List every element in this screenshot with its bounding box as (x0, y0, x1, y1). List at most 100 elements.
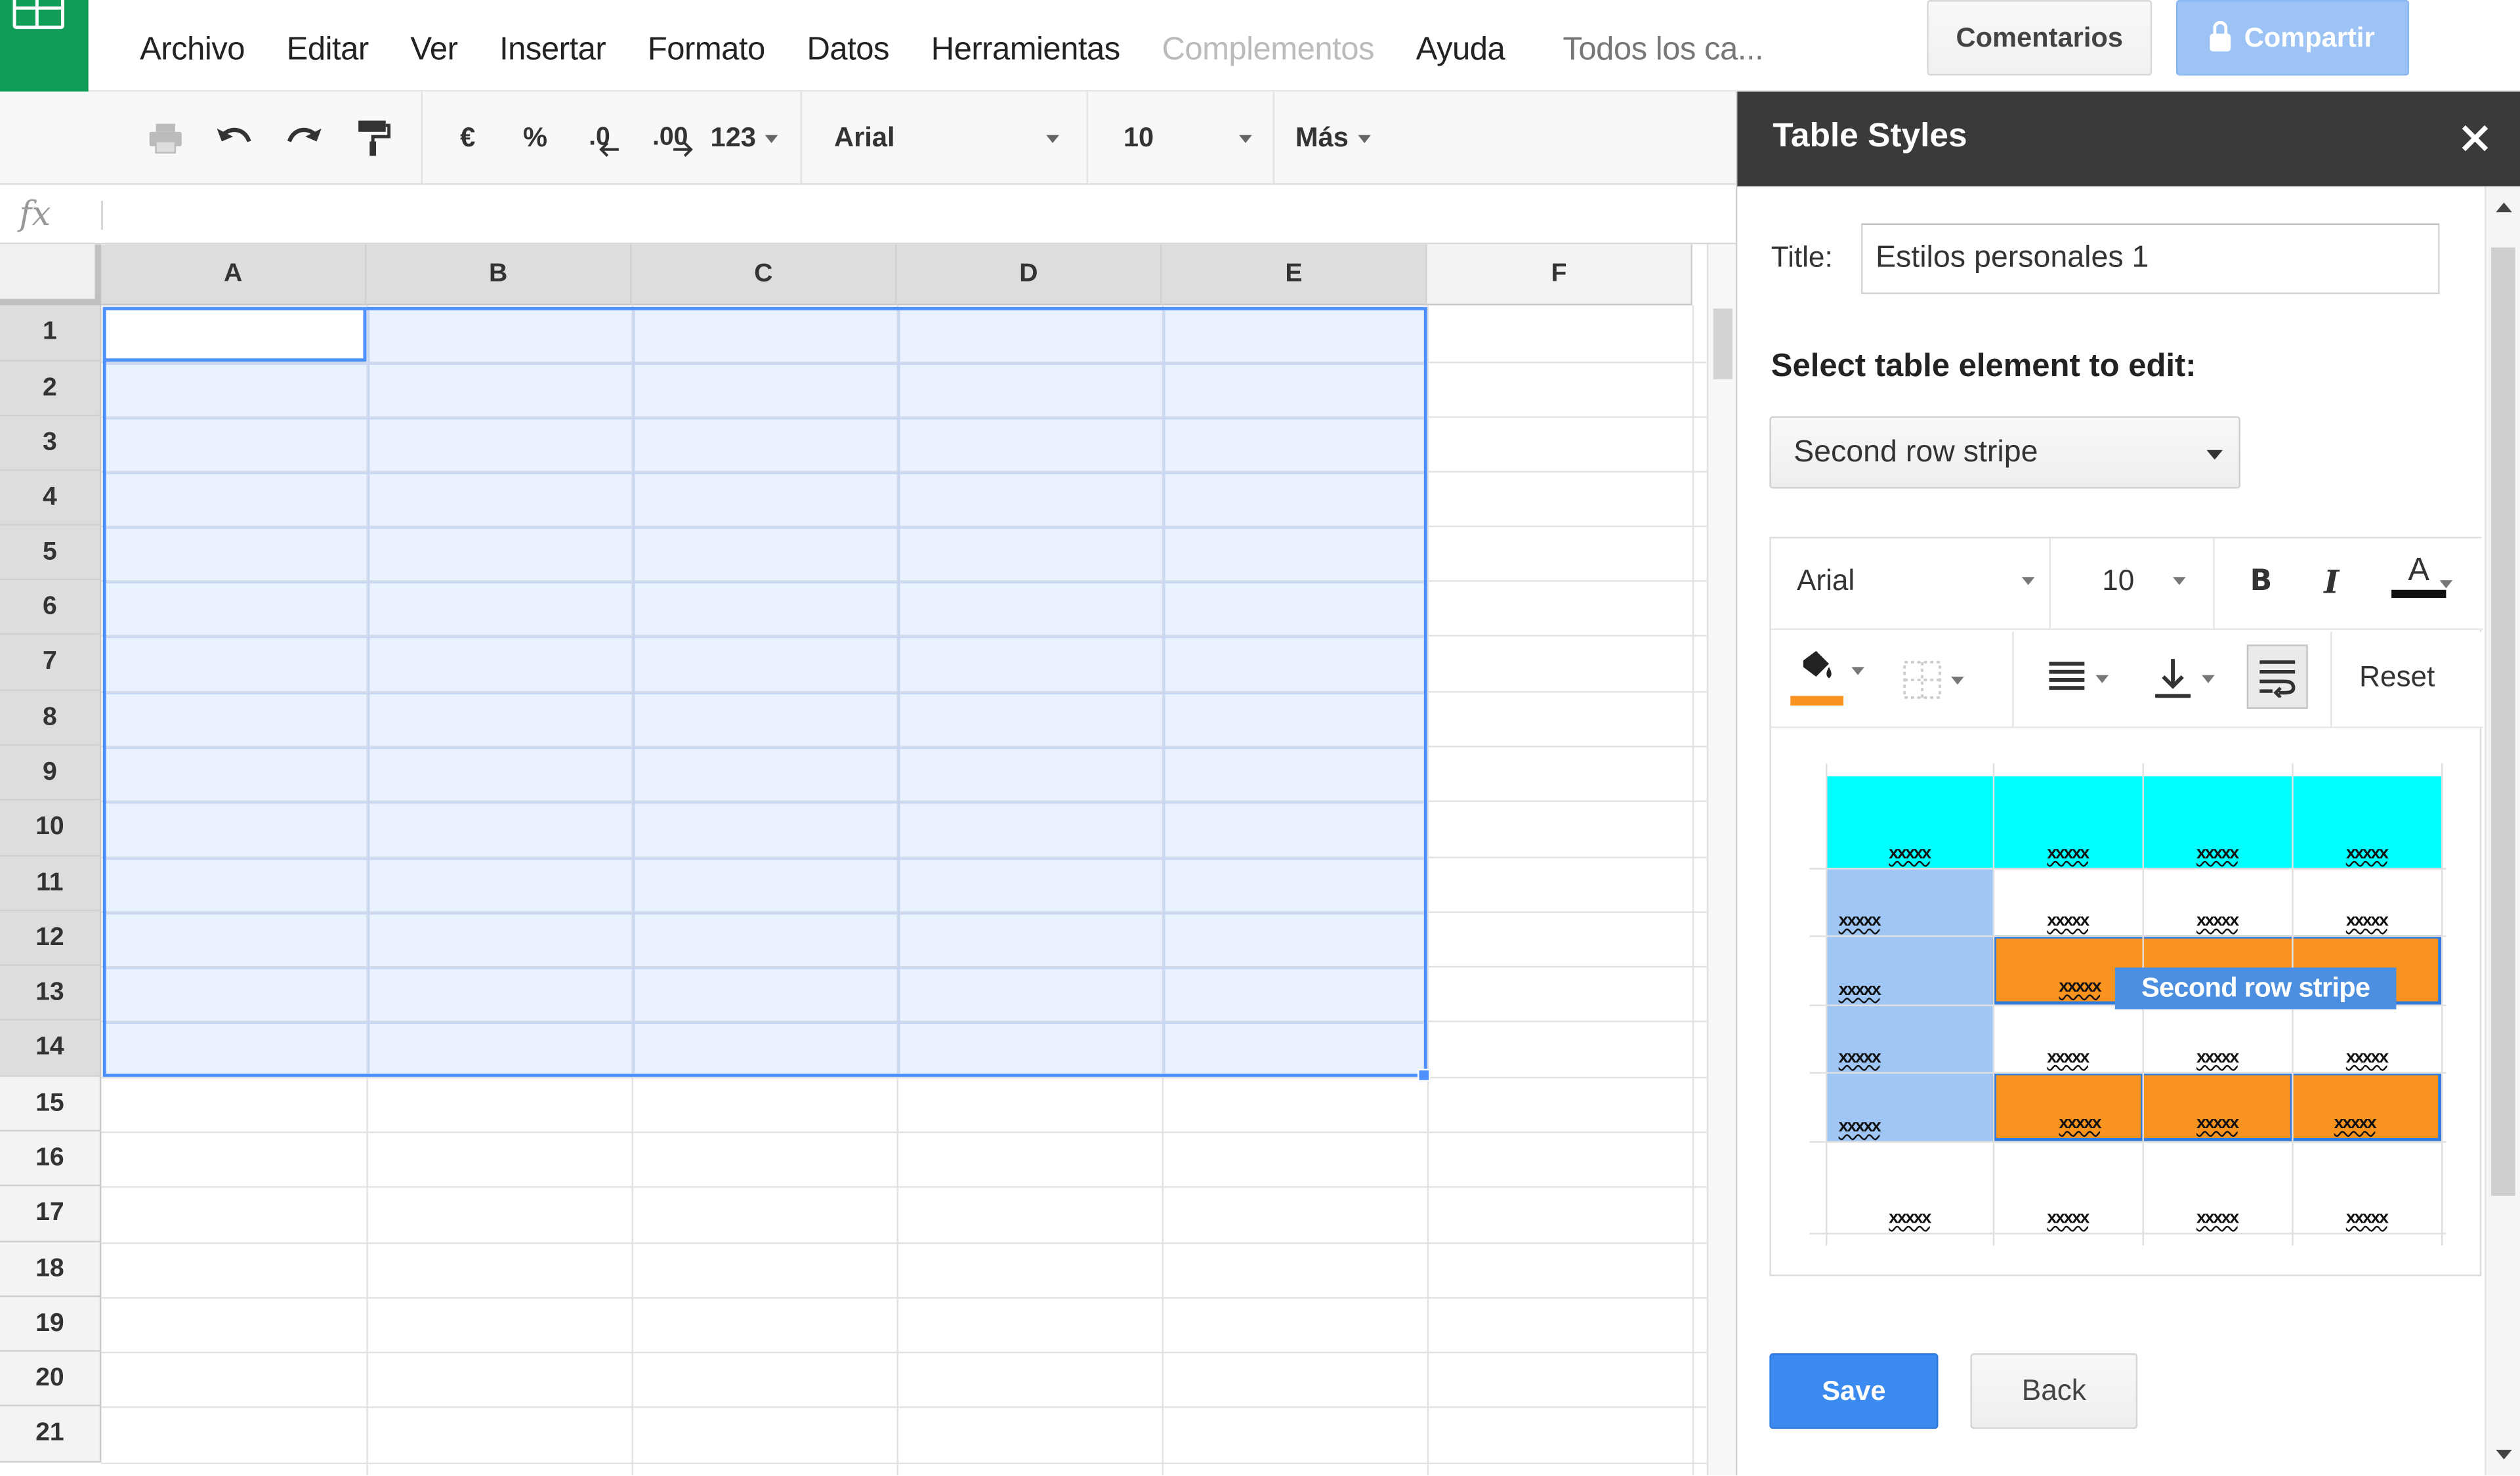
reset-button[interactable]: Reset (2359, 661, 2435, 694)
save-button[interactable]: Save (1769, 1353, 1939, 1429)
scroll-up-icon[interactable] (2496, 202, 2512, 213)
preview-body-cell[interactable]: xxxxx (2143, 868, 2292, 935)
row-header[interactable]: 16 (0, 1131, 102, 1187)
italic-button[interactable]: I (2324, 562, 2339, 601)
row-header[interactable]: 4 (0, 471, 102, 526)
print-icon[interactable] (144, 114, 186, 162)
menu-ayuda[interactable]: Ayuda (1416, 32, 1505, 68)
number-format-dropdown[interactable]: 123 (710, 114, 779, 162)
cell-area[interactable] (101, 305, 1707, 1476)
preview-body-cell[interactable]: xxxxx (2292, 868, 2441, 935)
preview-body-cell[interactable]: xxxxx (1993, 868, 2143, 935)
column-header-c[interactable]: C (631, 244, 897, 306)
select-all-corner[interactable] (0, 244, 102, 306)
style-title-input[interactable] (1860, 223, 2440, 295)
column-header-f[interactable]: F (1427, 244, 1692, 306)
preview-second-row-stripe[interactable]: xxxxxxxxxxxxxxx (1992, 1072, 2442, 1141)
preview-body-cell[interactable]: xxxxx (2143, 1005, 2292, 1072)
save-status-link[interactable]: Todos los ca... (1563, 32, 1763, 68)
preview-header-cell[interactable]: xxxxx (1992, 776, 2143, 868)
row-header[interactable]: 15 (0, 1076, 102, 1132)
row-header[interactable]: 8 (0, 691, 102, 746)
menu-insertar[interactable]: Insertar (499, 32, 606, 68)
fill-handle[interactable] (1418, 1068, 1431, 1082)
preview-body-cell[interactable]: xxxxx (2292, 1005, 2441, 1072)
row-header[interactable]: 9 (0, 746, 102, 801)
grid-scrollbar[interactable] (1706, 244, 1736, 1476)
sidebar-scrollbar-thumb[interactable] (2490, 247, 2515, 1196)
column-header-d[interactable]: D (896, 244, 1162, 306)
row-header[interactable]: 11 (0, 856, 102, 912)
menu-editar[interactable]: Editar (287, 32, 369, 68)
sidebar-scrollbar[interactable] (2485, 186, 2520, 1476)
currency-format-button[interactable]: € (450, 114, 486, 162)
row-header[interactable]: 13 (0, 965, 102, 1021)
selected-range[interactable] (102, 306, 1427, 1077)
menu-archivo[interactable]: Archivo (140, 32, 245, 68)
paint-format-icon[interactable] (350, 114, 396, 162)
row-header[interactable]: 1 (0, 305, 102, 362)
row-header[interactable]: 10 (0, 800, 102, 857)
back-button[interactable]: Back (1970, 1353, 2138, 1429)
menu-herramientas[interactable]: Herramientas (931, 32, 1121, 68)
vertical-align-button[interactable] (2154, 658, 2215, 700)
menu-datos[interactable]: Datos (807, 32, 890, 68)
horizontal-align-button[interactable] (2048, 661, 2109, 696)
row-header[interactable]: 5 (0, 525, 102, 581)
grid-scrollbar-thumb[interactable] (1713, 308, 1733, 379)
undo-icon[interactable] (212, 114, 257, 162)
menu-formato[interactable]: Formato (648, 32, 765, 68)
column-header-e[interactable]: E (1162, 244, 1427, 306)
row-header[interactable]: 6 (0, 580, 102, 635)
row-header[interactable]: 21 (0, 1406, 102, 1463)
preview-header-cell[interactable]: xxxxx (1826, 776, 1993, 868)
borders-button[interactable] (1903, 661, 1964, 700)
preview-footer-cell[interactable]: xxxxx (2292, 1141, 2441, 1233)
active-cell[interactable] (102, 306, 367, 362)
more-tools-dropdown[interactable]: Más (1295, 114, 1372, 162)
bold-button[interactable]: B (2250, 564, 2273, 598)
percent-format-button[interactable]: % (518, 114, 553, 162)
row-header[interactable]: 17 (0, 1186, 102, 1243)
font-size-label: 10 (1123, 122, 1154, 153)
row-header[interactable]: 18 (0, 1242, 102, 1297)
formula-input[interactable] (116, 196, 1707, 235)
editor-font-size-dropdown[interactable]: 10 (2102, 564, 2186, 598)
increase-decimal-button[interactable]: .00 (643, 114, 704, 162)
preview-first-column-cell[interactable]: xxxxx (1826, 868, 1993, 936)
text-color-button[interactable]: A (2391, 555, 2446, 599)
row-header[interactable]: 20 (0, 1351, 102, 1406)
menu-complementos[interactable]: Complementos (1162, 32, 1374, 68)
share-button[interactable]: Compartir (2175, 0, 2410, 76)
preview-footer-cell[interactable]: xxxxx (1993, 1141, 2143, 1233)
text-wrap-button[interactable] (2246, 644, 2308, 709)
preview-body-cell[interactable]: xxxxx (1993, 1005, 2143, 1072)
preview-footer-cell[interactable]: xxxxx (1826, 1141, 1993, 1233)
redo-icon[interactable] (282, 114, 327, 162)
row-header[interactable]: 3 (0, 416, 102, 471)
preview-footer-cell[interactable]: xxxxx (2143, 1141, 2292, 1233)
row-header[interactable]: 7 (0, 635, 102, 692)
preview-header-cell[interactable]: xxxxx (2142, 776, 2292, 868)
row-header[interactable]: 12 (0, 911, 102, 966)
preview-first-column-cell[interactable]: xxxxx (1826, 1004, 1993, 1072)
font-size-dropdown[interactable]: 10 (1124, 114, 1252, 162)
row-header[interactable]: 14 (0, 1021, 102, 1077)
row-header[interactable]: 19 (0, 1297, 102, 1352)
sheets-logo[interactable] (0, 0, 89, 92)
close-icon[interactable] (2451, 114, 2499, 162)
scroll-down-icon[interactable] (2496, 1449, 2512, 1460)
decrease-decimal-button[interactable]: .0 (579, 114, 630, 162)
row-header[interactable]: 2 (0, 362, 102, 417)
comments-button[interactable]: Comentarios (1927, 0, 2152, 76)
preview-first-column-cell[interactable]: xxxxx (1826, 935, 1993, 1005)
font-family-dropdown[interactable]: Arial (834, 114, 1059, 162)
editor-font-dropdown[interactable]: Arial (1797, 564, 2035, 598)
preview-header-cell[interactable]: xxxxx (2292, 776, 2442, 868)
table-element-select[interactable]: Second row stripe (1769, 416, 2240, 489)
column-header-b[interactable]: B (366, 244, 632, 306)
menu-ver[interactable]: Ver (410, 32, 458, 68)
preview-first-column-cell[interactable]: xxxxx (1826, 1072, 1993, 1141)
fill-color-button[interactable] (1790, 648, 1864, 709)
column-header-a[interactable]: A (101, 244, 367, 306)
